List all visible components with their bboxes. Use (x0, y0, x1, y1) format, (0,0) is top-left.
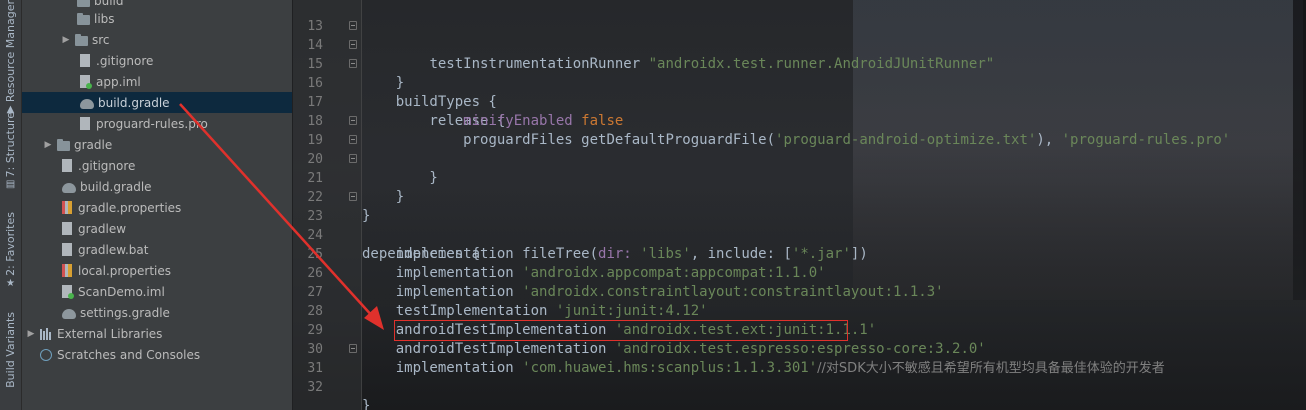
resource-manager-tab[interactable]: Resource Manager ▲ (0, 0, 21, 115)
fold-icon[interactable] (349, 192, 357, 201)
code-line-25: 25 implementation 'androidx.appcompat:ap… (293, 226, 1306, 281)
tree-item-label: .gitignore (96, 53, 154, 68)
tree-item-settings-gradle[interactable]: settings.gradle (22, 302, 292, 323)
code-line-28: 28 androidTestImplementation 'androidx.t… (293, 283, 1306, 338)
tree-item-gradlew-bat[interactable]: gradlew.bat (22, 239, 292, 260)
fold-icon[interactable] (349, 154, 357, 163)
tree-item-label: settings.gradle (80, 305, 170, 320)
tree-item-label: local.properties (78, 263, 172, 278)
code-line-13: 13 testInstrumentationRunner "androidx.t… (293, 0, 1306, 72)
module-file-icon (80, 75, 92, 89)
file-icon (62, 243, 72, 256)
expand-arrow-icon[interactable]: ▶ (61, 35, 71, 45)
tree-item-gradle-properties[interactable]: gradle.properties (22, 197, 292, 218)
folder-icon (77, 0, 90, 7)
tree-item-scratches[interactable]: Scratches and Consoles (22, 344, 292, 365)
folder-icon (77, 12, 90, 25)
code-line-14: 14 } (293, 17, 1306, 91)
tree-item-gradlew[interactable]: gradlew (22, 218, 292, 239)
line-number: 32 (307, 380, 323, 395)
code-line-19: 19 } (293, 112, 1306, 186)
code-line-16: 16 release { (293, 55, 1306, 129)
code-line-24: 24 implementation fileTree(dir: 'libs', … (293, 207, 1306, 262)
file-icon (62, 222, 72, 235)
structure-tab[interactable]: 7: Structure ▤ (0, 112, 21, 190)
code-line-23: 23 dependencies { (293, 188, 1306, 262)
tree-item-label: gradlew.bat (78, 242, 149, 257)
fold-icon[interactable] (349, 116, 357, 125)
tree-item-src[interactable]: ▶ src (22, 29, 292, 50)
tree-item-label: gradlew (78, 221, 127, 236)
code-line-20: 20 } (293, 131, 1306, 205)
properties-file-icon (62, 264, 72, 277)
code-line-31: 31 } (293, 340, 1306, 410)
tree-item-label: build (94, 0, 124, 8)
tree-item-local-properties[interactable]: local.properties (22, 260, 292, 281)
code-editor[interactable]: 13 testInstrumentationRunner "androidx.t… (293, 0, 1306, 410)
structure-icon: ▤ (5, 179, 16, 191)
tree-item-label: .gitignore (78, 158, 136, 173)
star-icon: ★ (6, 277, 15, 289)
tree-item-label: src (92, 32, 110, 47)
module-file-icon (62, 285, 74, 299)
resource-manager-label: Resource Manager (4, 0, 17, 103)
gradle-icon (62, 309, 76, 319)
fold-icon[interactable] (349, 135, 357, 144)
expand-arrow-icon[interactable]: ▶ (43, 140, 53, 150)
folder-icon (75, 33, 88, 46)
tree-item-label: build.gradle (80, 179, 152, 194)
file-icon (80, 117, 90, 130)
code-line-32: 32 (293, 359, 1306, 395)
build-variants-label: Build Variants (4, 312, 17, 388)
fold-icon[interactable] (349, 40, 357, 49)
tree-item-label: proguard-rules.pro (96, 116, 208, 131)
code-line-18: 18 proguardFiles getDefaultProguardFile(… (293, 93, 1306, 148)
code-line-17: 17 minifyEnabled false (293, 74, 1306, 129)
folder-icon (57, 138, 70, 151)
code-line-22: 22 (293, 169, 1306, 205)
tree-item-gitignore-app[interactable]: .gitignore (22, 50, 292, 71)
scratches-icon (40, 348, 52, 361)
tree-item-libs[interactable]: libs (22, 8, 292, 29)
tool-window-strip: Resource Manager ▲ 7: Structure ▤ 2: Fav… (0, 0, 22, 410)
code-line-21: 21 } (293, 150, 1306, 224)
file-icon (62, 159, 72, 172)
project-tree-panel: build libs ▶ src .gitignore app.iml buil… (22, 0, 292, 410)
tree-item-label: ScanDemo.iml (78, 284, 165, 299)
tree-item-label: gradle.properties (78, 200, 182, 215)
tree-item-proguard-rules[interactable]: proguard-rules.pro (22, 113, 292, 134)
code-line-26: 26 implementation 'androidx.constraintla… (293, 245, 1306, 300)
tree-item-gradle[interactable]: ▶ gradle (22, 134, 292, 155)
tree-item-scandemo-iml[interactable]: ScanDemo.iml (22, 281, 292, 302)
code-line-15: 15 buildTypes { (293, 36, 1306, 110)
code-line-29: 29 androidTestImplementation 'androidx.t… (293, 302, 1306, 357)
tree-item-label: gradle (74, 137, 113, 152)
tree-item-label: build.gradle (98, 95, 170, 110)
favorites-label: 2: Favorites (4, 212, 17, 276)
tree-item-label: libs (94, 11, 115, 26)
tree-item-build-gradle-root[interactable]: build.gradle (22, 176, 292, 197)
tree-item-external-libraries[interactable]: ▶ External Libraries (22, 323, 292, 344)
tree-item-gitignore-root[interactable]: .gitignore (22, 155, 292, 176)
fold-icon[interactable] (349, 59, 357, 68)
code-text: } (362, 398, 371, 410)
gradle-icon (62, 183, 76, 193)
fold-icon[interactable] (349, 344, 357, 353)
tree-item-app-iml[interactable]: app.iml (22, 71, 292, 92)
code-line-27: 27 testImplementation 'junit:junit:4.12' (293, 264, 1306, 319)
structure-label: 7: Structure (4, 112, 17, 178)
tree-item-label: app.iml (96, 74, 141, 89)
favorites-tab[interactable]: 2: Favorites ★ (0, 212, 21, 289)
tree-item-label: External Libraries (57, 326, 163, 341)
build-variants-tab[interactable]: Build Variants (0, 312, 21, 388)
code-line-30: 30 implementation 'com.huawei.hms:scanpl… (293, 321, 1306, 376)
libraries-icon (40, 327, 53, 340)
gradle-icon (80, 99, 94, 109)
file-icon (80, 54, 90, 67)
tree-item-build-gradle-app[interactable]: build.gradle (22, 92, 292, 113)
fold-icon[interactable] (349, 21, 357, 30)
properties-file-icon (62, 201, 72, 214)
tree-item-label: Scratches and Consoles (57, 347, 201, 362)
expand-arrow-icon[interactable]: ▶ (26, 329, 36, 339)
